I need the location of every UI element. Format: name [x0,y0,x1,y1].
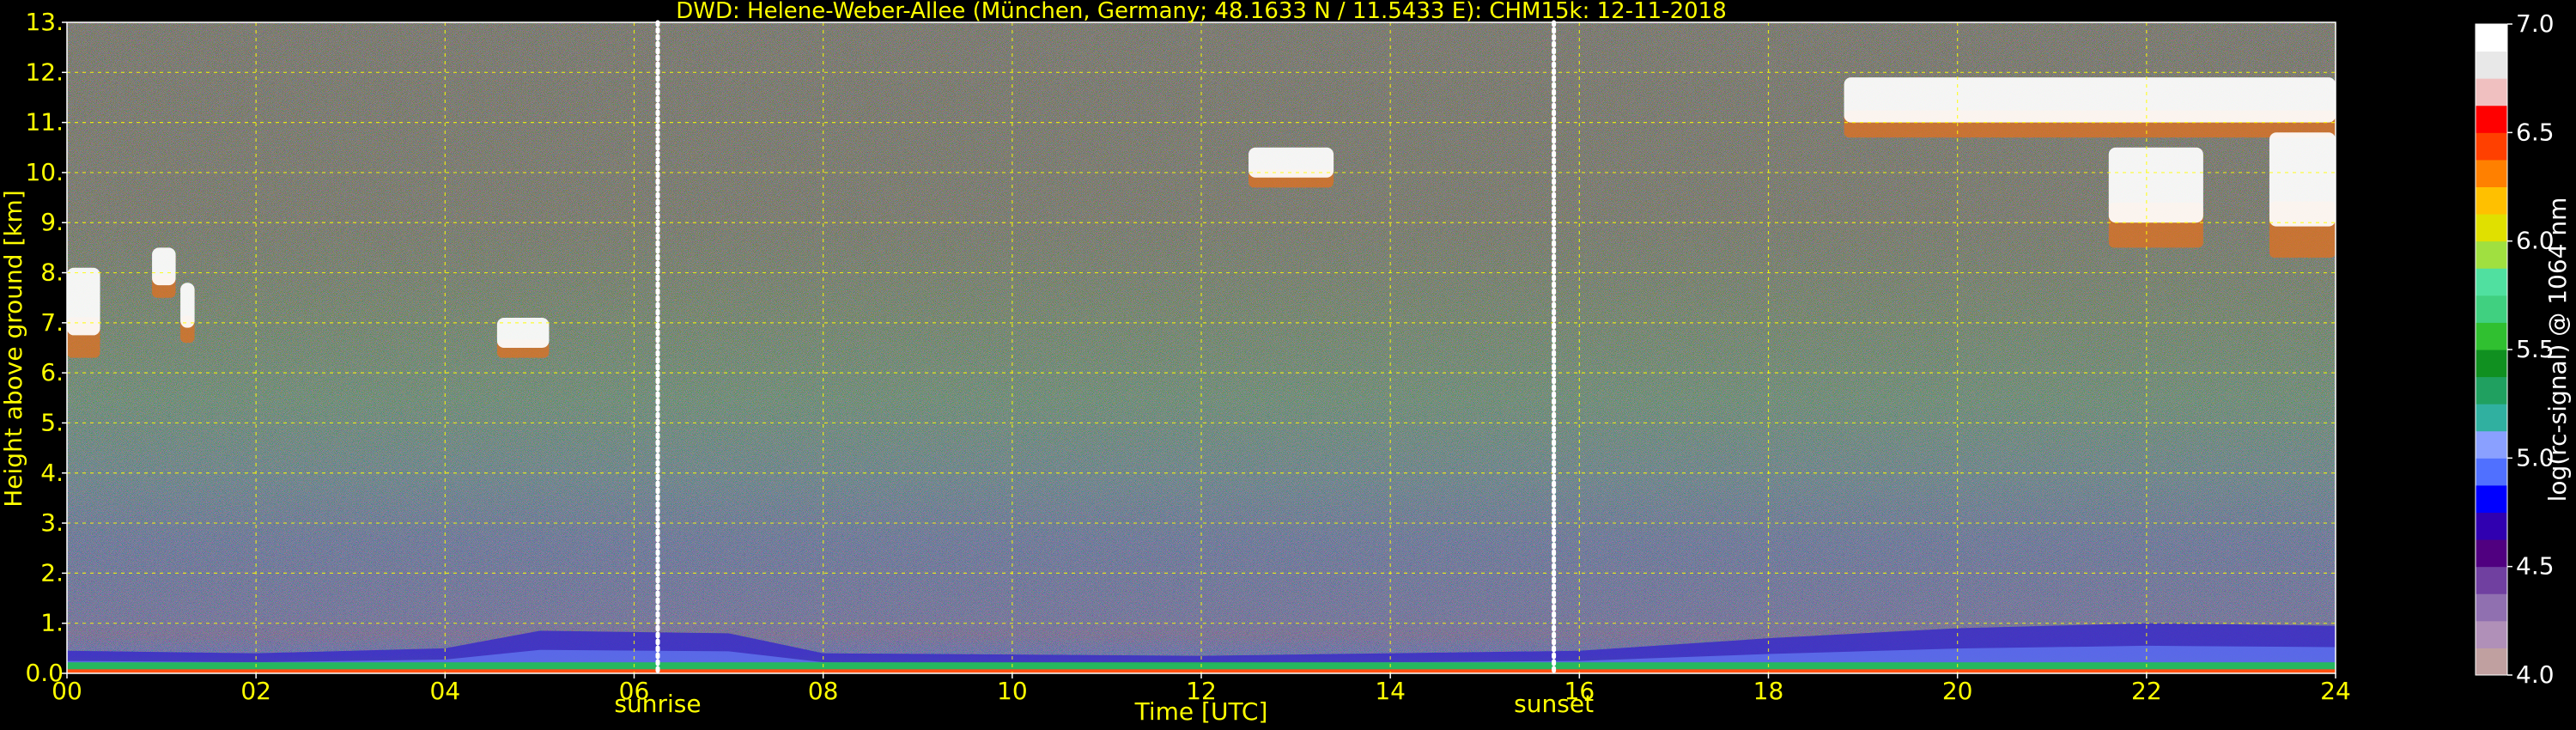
colorbar-segment [2476,295,2507,323]
sun-event-labels: sunrise sunset [614,690,1594,718]
y-axis-ticks: 0.0 1. 2. 3. 4. 5. 6. 7. 8. 9. 10. 11. 12. 13. [25,8,67,687]
y-tick-label: 11. [25,108,64,137]
y-tick-label: 8. [40,259,64,287]
colorbar: 4.04.55.05.56.06.57.0 log(rc-signal) @ 1… [2475,9,2572,689]
y-tick-label: 1. [40,609,64,637]
colorbar-segment [2476,566,2507,594]
colorbar-segment [2476,24,2507,52]
colorbar-segment [2476,458,2507,486]
y-tick-label: 3. [40,508,64,537]
y-tick-label: 0.0 [25,659,64,687]
colorbar-segment [2476,620,2507,648]
colorbar-segment [2476,430,2507,459]
y-tick-label: 6. [40,358,64,386]
colorbar-tick-label: 7.0 [2516,9,2555,38]
y-tick-label: 5. [40,408,64,436]
x-tick-label: 10 [997,677,1028,705]
x-tick-label: 02 [240,677,271,705]
colorbar-segment [2476,350,2507,378]
colorbar-segment [2476,51,2507,79]
colorbar-segment [2476,484,2507,513]
x-tick-label: 20 [1942,677,1973,705]
colorbar-segments [2476,24,2507,676]
y-tick-label: 10. [25,158,64,186]
colorbar-segment [2476,593,2507,622]
colorbar-segment [2476,78,2507,106]
colorbar-segment [2476,240,2507,269]
colorbar-segment [2476,322,2507,350]
y-tick-label: 13. [25,8,64,36]
cloud-layer [2108,147,2203,223]
colorbar-tick-label: 4.0 [2516,660,2555,689]
sun-event-label: sunset [1514,690,1594,718]
colorbar-tick-label: 4.5 [2516,552,2555,581]
colorbar-segment [2476,648,2507,676]
colorbar-tick-label: 6.5 [2516,118,2555,146]
y-tick-label: 7. [40,308,64,337]
x-tick-label: 24 [2320,677,2351,705]
colorbar-segment [2476,159,2507,187]
cloud-layer [1844,77,2336,123]
colorbar-segment [2476,376,2507,405]
colorbar-segment [2476,132,2507,161]
cloud-layer [152,247,176,286]
x-tick-label: 14 [1375,677,1406,705]
y-tick-label: 12. [25,58,64,86]
x-tick-label: 04 [430,677,461,705]
colorbar-label: log(rc-signal) @ 1064 nm [2543,198,2572,502]
x-tick-label: 22 [2131,677,2162,705]
colorbar-segment [2476,105,2507,133]
colorbar-segment [2476,539,2507,568]
y-tick-label: 2. [40,558,64,587]
x-tick-label: 08 [808,677,839,705]
colorbar-segment [2476,512,2507,540]
colorbar-segment [2476,214,2507,242]
y-tick-label: 4. [40,459,64,487]
cloud-layer [67,267,100,336]
colorbar-segment [2476,404,2507,432]
ceilometer-chart: 00 02 04 06 08 10 12 14 16 18 20 22 24 0.01.2.3.4.5.… [0,0,2572,726]
cloud-layer [180,283,195,328]
cloud-layer [2269,132,2336,227]
x-tick-label: 18 [1753,677,1784,705]
y-axis-label: Height above ground [km] [0,190,27,508]
y-tick-label: 9. [40,208,64,236]
colorbar-segment [2476,186,2507,215]
colorbar-segment [2476,268,2507,296]
sun-event-label: sunrise [614,690,701,718]
chart-title: DWD: Helene-Weber-Allee (München, German… [676,0,1727,24]
x-axis-label: Time [UTC] [1134,697,1268,726]
